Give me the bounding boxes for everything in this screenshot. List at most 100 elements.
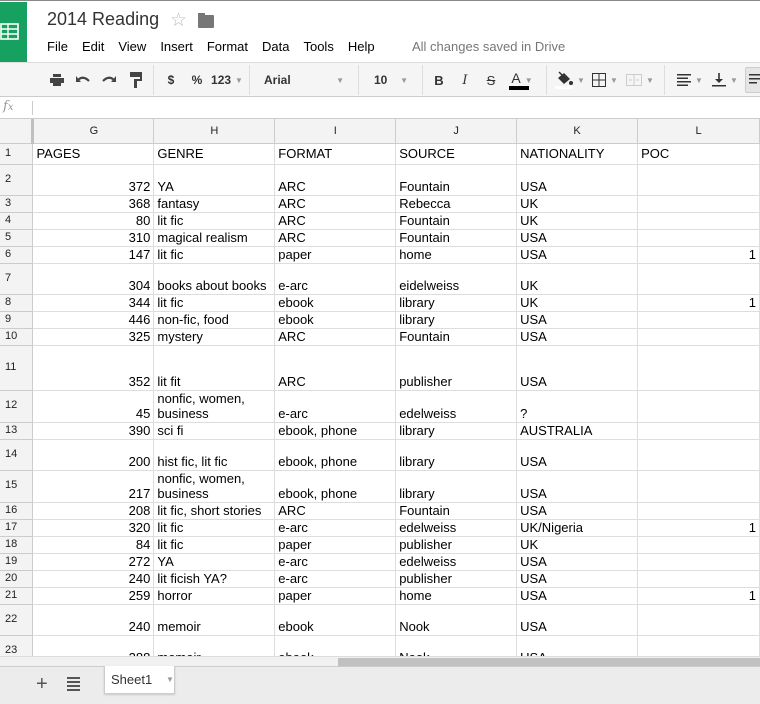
cell-j14[interactable]: library xyxy=(395,439,518,471)
cell-h3[interactable]: fantasy xyxy=(153,195,276,213)
cell-k21[interactable]: USA xyxy=(516,587,639,605)
cell-g17[interactable]: 320 xyxy=(32,519,155,537)
cell-k2[interactable]: USA xyxy=(516,164,639,196)
cell-i2[interactable]: ARC xyxy=(274,164,397,196)
cell-j11[interactable]: publisher xyxy=(395,345,518,391)
cell-h14[interactable]: hist fic, lit fic xyxy=(153,439,276,471)
cell-l14[interactable] xyxy=(637,439,760,471)
row-header[interactable]: 15 xyxy=(0,470,34,503)
folder-icon[interactable] xyxy=(198,13,214,28)
cell-k15[interactable]: USA xyxy=(516,470,639,503)
cell-h22[interactable]: memoir xyxy=(153,604,276,636)
cell-h23[interactable]: memoir xyxy=(153,635,276,656)
cell-j6[interactable]: home xyxy=(395,246,518,264)
cell-l21[interactable]: 1 xyxy=(637,587,760,605)
cell-k13[interactable]: AUSTRALIA xyxy=(516,422,639,440)
sheet-tab-sheet1[interactable]: Sheet1 ▼ xyxy=(104,666,175,694)
cell-g7[interactable]: 304 xyxy=(32,263,155,295)
cell-h5[interactable]: magical realism xyxy=(153,229,276,247)
row-header[interactable]: 21 xyxy=(0,587,34,605)
sheets-logo[interactable] xyxy=(0,2,27,62)
cell-i18[interactable]: paper xyxy=(274,536,397,554)
scrollbar-thumb[interactable] xyxy=(338,658,760,666)
cell-k19[interactable]: USA xyxy=(516,553,639,571)
cell-k20[interactable]: USA xyxy=(516,570,639,588)
cell-l1[interactable]: POC xyxy=(637,143,760,165)
merge-cells-button[interactable]: ▼ xyxy=(624,63,656,97)
paint-format-button[interactable] xyxy=(127,63,145,97)
cell-k1[interactable]: NATIONALITY xyxy=(516,143,639,165)
cell-i19[interactable]: e-arc xyxy=(274,553,397,571)
cell-h1[interactable]: GENRE xyxy=(153,143,276,165)
cell-g22[interactable]: 240 xyxy=(32,604,155,636)
row-header[interactable]: 20 xyxy=(0,570,34,588)
cell-l4[interactable] xyxy=(637,212,760,230)
cell-g8[interactable]: 344 xyxy=(32,294,155,312)
percent-format-button[interactable]: % xyxy=(190,63,204,97)
row-header[interactable]: 1 xyxy=(0,143,34,165)
menu-tools[interactable]: Tools xyxy=(303,39,333,54)
cell-g10[interactable]: 325 xyxy=(32,328,155,346)
cell-g23[interactable]: 288 xyxy=(32,635,155,656)
row-header[interactable]: 10 xyxy=(0,328,34,346)
row-header[interactable]: 5 xyxy=(0,229,34,247)
cell-k14[interactable]: USA xyxy=(516,439,639,471)
cell-i23[interactable]: ebook xyxy=(274,635,397,656)
fill-color-button[interactable]: ▼ xyxy=(554,63,586,97)
cell-k7[interactable]: UK xyxy=(516,263,639,295)
cell-g18[interactable]: 84 xyxy=(32,536,155,554)
number-format-dropdown[interactable]: 123 ▼ xyxy=(211,63,243,97)
cell-h19[interactable]: YA xyxy=(153,553,276,571)
cell-i7[interactable]: e-arc xyxy=(274,263,397,295)
cell-g21[interactable]: 259 xyxy=(32,587,155,605)
cell-j22[interactable]: Nook xyxy=(395,604,518,636)
row-header[interactable]: 11 xyxy=(0,345,34,391)
row-header[interactable]: 16 xyxy=(0,502,34,520)
cell-h7[interactable]: books about books xyxy=(153,263,276,295)
cell-k18[interactable]: UK xyxy=(516,536,639,554)
cell-h21[interactable]: horror xyxy=(153,587,276,605)
cell-j5[interactable]: Fountain xyxy=(395,229,518,247)
italic-button[interactable]: I xyxy=(458,63,472,97)
column-header-i[interactable]: I xyxy=(274,119,397,144)
cell-j2[interactable]: Fountain xyxy=(395,164,518,196)
cell-g1[interactable]: PAGES xyxy=(32,143,155,165)
cell-h18[interactable]: lit fic xyxy=(153,536,276,554)
column-header-h[interactable]: H xyxy=(153,119,276,144)
cell-l7[interactable] xyxy=(637,263,760,295)
redo-button[interactable] xyxy=(100,63,118,97)
font-family-dropdown[interactable]: Arial ▼ xyxy=(258,63,350,97)
cell-h9[interactable]: non-fic, food xyxy=(153,311,276,329)
row-header[interactable]: 14 xyxy=(0,439,34,471)
cell-g16[interactable]: 208 xyxy=(32,502,155,520)
row-header[interactable]: 23 xyxy=(0,635,34,656)
row-header[interactable]: 7 xyxy=(0,263,34,295)
strikethrough-button[interactable]: S xyxy=(484,63,498,97)
save-status[interactable]: All changes saved in Drive xyxy=(412,39,565,54)
cell-i4[interactable]: ARC xyxy=(274,212,397,230)
cell-j20[interactable]: publisher xyxy=(395,570,518,588)
cell-l10[interactable] xyxy=(637,328,760,346)
cell-i10[interactable]: ARC xyxy=(274,328,397,346)
menu-edit[interactable]: Edit xyxy=(82,39,104,54)
cell-i22[interactable]: ebook xyxy=(274,604,397,636)
column-header-k[interactable]: K xyxy=(516,119,639,144)
all-sheets-button[interactable] xyxy=(67,677,80,693)
cell-h20[interactable]: lit ficish YA? xyxy=(153,570,276,588)
cell-i3[interactable]: ARC xyxy=(274,195,397,213)
cell-k22[interactable]: USA xyxy=(516,604,639,636)
cell-h6[interactable]: lit fic xyxy=(153,246,276,264)
borders-button[interactable]: ▼ xyxy=(591,63,619,97)
select-all-corner[interactable] xyxy=(0,119,35,144)
cell-l12[interactable] xyxy=(637,390,760,423)
horizontal-align-button[interactable]: ▼ xyxy=(674,63,706,97)
cell-i16[interactable]: ARC xyxy=(274,502,397,520)
cell-k23[interactable]: USA xyxy=(516,635,639,656)
cell-j17[interactable]: edelweiss xyxy=(395,519,518,537)
cell-h4[interactable]: lit fic xyxy=(153,212,276,230)
cell-l19[interactable] xyxy=(637,553,760,571)
cell-g12[interactable]: 45 xyxy=(32,390,155,423)
cell-i14[interactable]: ebook, phone xyxy=(274,439,397,471)
cell-l17[interactable]: 1 xyxy=(637,519,760,537)
cell-h17[interactable]: lit fic xyxy=(153,519,276,537)
